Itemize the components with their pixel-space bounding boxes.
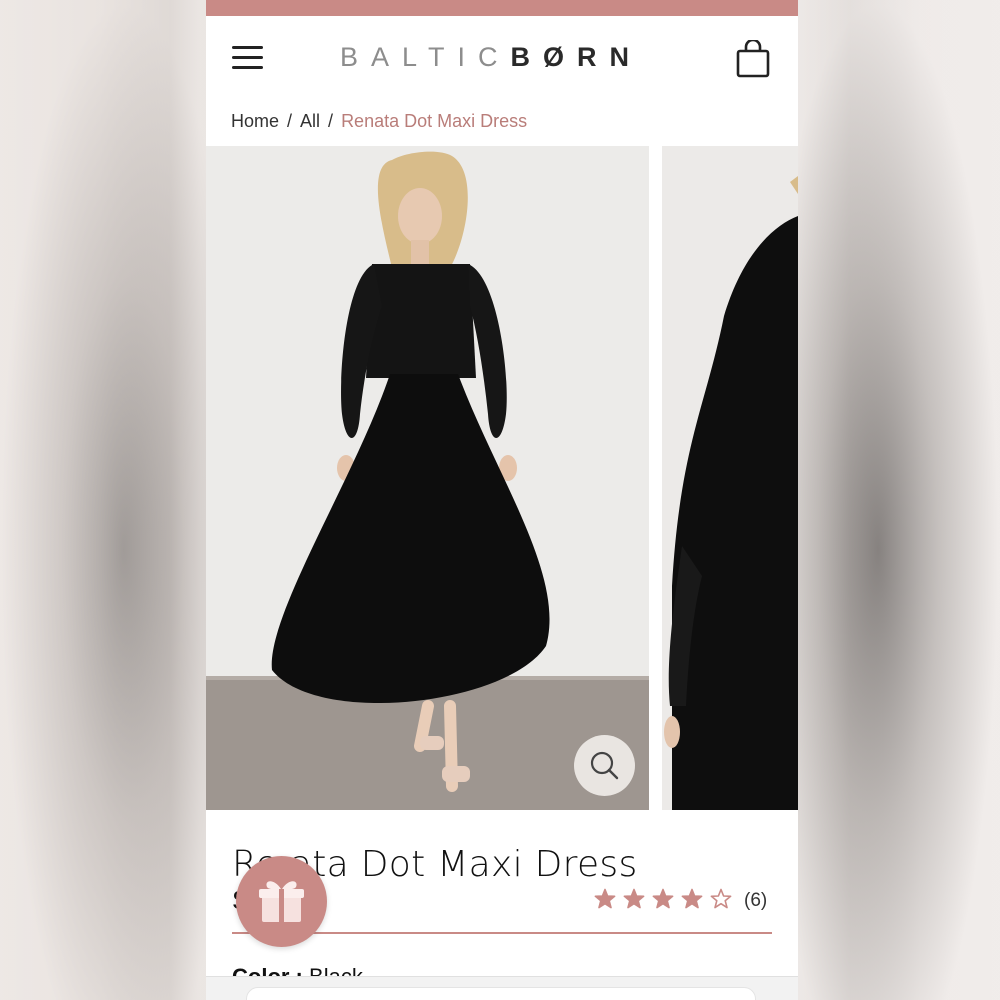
logo-part-2: BØRN	[510, 42, 643, 72]
star-filled-icon	[681, 888, 703, 910]
hamburger-menu-icon	[232, 46, 263, 49]
gift-icon	[259, 881, 304, 922]
star-filled-icon	[652, 888, 674, 910]
breadcrumb-all[interactable]: All	[300, 111, 320, 131]
shopping-bag-icon	[736, 38, 770, 78]
site-header: BALTICBØRN	[206, 16, 798, 100]
breadcrumb: Home / All / Renata Dot Maxi Dress	[231, 111, 527, 132]
mobile-screen: BALTICBØRN Home / All / Renata Dot Maxi Dres…	[206, 0, 798, 1000]
star-filled-icon	[594, 888, 616, 910]
breadcrumb-current: Renata Dot Maxi Dress	[341, 111, 528, 131]
model-photo-detail	[662, 146, 798, 810]
breadcrumb-separator: /	[328, 111, 334, 131]
rating-stars[interactable]	[594, 888, 739, 914]
logo-part-1: BALTIC	[340, 42, 511, 72]
background-blur-left	[0, 0, 206, 1000]
background-blur-right	[797, 0, 1000, 1000]
cart-button[interactable]	[736, 38, 770, 78]
zoom-button[interactable]	[574, 735, 635, 796]
magnifier-icon	[590, 751, 619, 780]
product-image-main[interactable]	[206, 146, 649, 810]
product-image-secondary[interactable]	[662, 146, 798, 810]
review-count[interactable]: (6)	[744, 890, 767, 912]
brand-logo[interactable]: BALTICBØRN	[340, 42, 666, 74]
menu-button[interactable]	[232, 46, 264, 70]
address-bar[interactable]	[246, 987, 756, 1000]
star-filled-icon	[623, 888, 645, 910]
model-photo-front	[206, 146, 649, 810]
breadcrumb-separator: /	[287, 111, 293, 131]
announcement-bar	[206, 0, 798, 16]
breadcrumb-home[interactable]: Home	[231, 111, 279, 131]
gift-button[interactable]	[236, 856, 327, 947]
browser-bottom-bar	[206, 976, 798, 1000]
star-empty-icon	[710, 888, 732, 910]
